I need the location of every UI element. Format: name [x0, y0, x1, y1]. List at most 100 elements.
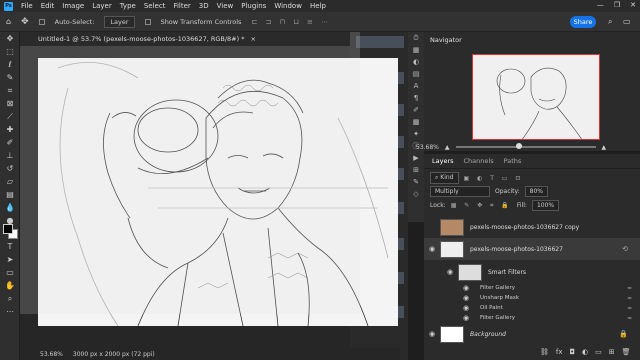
- link-icon[interactable]: ⛓: [540, 348, 549, 356]
- share-button[interactable]: Share: [570, 16, 596, 28]
- document-canvas[interactable]: [38, 58, 398, 326]
- menu-type[interactable]: Type: [120, 2, 136, 10]
- zoom-tool-icon[interactable]: ⌕: [0, 292, 20, 305]
- path-select-tool-icon[interactable]: ➤: [0, 253, 20, 266]
- menu-view[interactable]: View: [217, 2, 234, 10]
- eye-icon[interactable]: ◉: [458, 304, 474, 312]
- marquee-tool-icon[interactable]: ⬚: [0, 45, 20, 58]
- crop-tool-icon[interactable]: ⌗: [0, 84, 20, 97]
- character-panel-icon[interactable]: A: [408, 80, 424, 92]
- eyedropper-tool-icon[interactable]: ⟋: [0, 110, 20, 123]
- close-tab-icon[interactable]: ×: [250, 35, 255, 43]
- menu-file[interactable]: File: [21, 2, 33, 10]
- layer-row[interactable]: ◉ Background 🔒: [424, 324, 640, 344]
- filter-settings-icon[interactable]: ≂: [627, 315, 632, 322]
- menu-filter[interactable]: Filter: [173, 2, 190, 10]
- more-tools-icon[interactable]: ⋯: [0, 305, 20, 318]
- navigator-zoom-slider[interactable]: [455, 143, 596, 149]
- tab-paths[interactable]: Paths: [504, 157, 522, 165]
- styles-panel-icon[interactable]: ✦: [408, 128, 424, 140]
- history-brush-tool-icon[interactable]: ↺: [0, 162, 20, 175]
- mask-icon[interactable]: ◘: [570, 348, 576, 356]
- smart-filters-row[interactable]: ◉ Smart Filters: [424, 262, 640, 282]
- paragraph-panel-icon[interactable]: ¶: [408, 92, 424, 104]
- eraser-tool-icon[interactable]: ▱: [0, 175, 20, 188]
- adjustment-icon[interactable]: ◐: [582, 348, 588, 356]
- layer-row[interactable]: ◉ pexels-moose-photos-1036627 ⟲: [424, 238, 640, 260]
- layer-dropdown[interactable]: Layer: [104, 15, 135, 28]
- group-icon[interactable]: ▭: [595, 348, 602, 356]
- zoom-in-icon[interactable]: ▲: [602, 144, 607, 151]
- move-icon[interactable]: ✥: [21, 17, 29, 27]
- lock-icon[interactable]: 🔒: [619, 330, 628, 338]
- menu-layer[interactable]: Layer: [92, 2, 112, 10]
- menu-window[interactable]: Window: [274, 2, 302, 10]
- navigator-title[interactable]: Navigator: [424, 32, 640, 48]
- maximize-button[interactable]: ❐: [614, 1, 620, 9]
- opacity-input[interactable]: 80%: [524, 186, 549, 197]
- move-tool-icon[interactable]: ✥: [0, 32, 20, 45]
- filter-row[interactable]: ◉ Filter Gallery ≂: [458, 284, 638, 292]
- search-icon[interactable]: ⌕: [608, 17, 612, 27]
- paths-panel-icon[interactable]: ✎: [408, 176, 424, 188]
- filter-settings-icon[interactable]: ≂: [627, 305, 632, 312]
- eye-icon[interactable]: ◉: [458, 294, 474, 302]
- eye-icon[interactable]: ◉: [442, 268, 458, 276]
- 3d-panel-icon[interactable]: ◇: [408, 188, 424, 200]
- workspace-icon[interactable]: ▭: [623, 17, 631, 26]
- status-zoom[interactable]: 53.68%: [40, 351, 63, 358]
- menu-image[interactable]: Image: [62, 2, 84, 10]
- fill-input[interactable]: 100%: [531, 200, 560, 211]
- actions-panel-icon[interactable]: ▶: [408, 152, 424, 164]
- brush-tool-icon[interactable]: ✐: [0, 136, 20, 149]
- menu-select[interactable]: Select: [144, 2, 166, 10]
- libraries-panel-icon[interactable]: ▤: [408, 68, 424, 80]
- filter-type-icons[interactable]: ▣ ◐ T ▭ ⊡: [464, 175, 524, 182]
- quick-select-tool-icon[interactable]: ✎: [0, 71, 20, 84]
- show-transform-checkbox[interactable]: [144, 18, 151, 25]
- blur-tool-icon[interactable]: 💧: [0, 201, 20, 214]
- menu-3d[interactable]: 3D: [199, 2, 209, 10]
- adjustments-panel-icon[interactable]: ◐: [408, 56, 424, 68]
- auto-select-checkbox[interactable]: [38, 18, 45, 25]
- eye-icon[interactable]: ◉: [424, 245, 440, 253]
- type-tool-icon[interactable]: T: [0, 240, 20, 253]
- smart-object-link-icon[interactable]: ⟲: [622, 245, 628, 253]
- navigator-zoom-value[interactable]: 53.68%: [416, 144, 439, 151]
- filter-row[interactable]: ◉ Unsharp Mask ≂: [458, 294, 638, 302]
- layer-row[interactable]: pexels-moose-photos-1036627 copy: [424, 216, 640, 238]
- filter-settings-icon[interactable]: ≂: [627, 295, 632, 302]
- stamp-tool-icon[interactable]: ⊥: [0, 149, 20, 162]
- smart-filter-mask-thumbnail[interactable]: [458, 263, 482, 281]
- fx-icon[interactable]: fx: [556, 348, 563, 356]
- eye-icon[interactable]: ◉: [424, 330, 440, 338]
- tab-channels[interactable]: Channels: [464, 157, 494, 165]
- history-panel-icon[interactable]: ⏱: [408, 32, 424, 44]
- brush-panel-icon[interactable]: ✐: [408, 104, 424, 116]
- align-icons[interactable]: ⊏ ⊐ ⊓ ⊔ ≡ ⋯: [251, 18, 331, 26]
- new-layer-icon[interactable]: ⊞: [609, 348, 615, 356]
- shape-tool-icon[interactable]: ▭: [0, 266, 20, 279]
- foreground-color-swatch[interactable]: [3, 224, 13, 234]
- zoom-out-icon[interactable]: ▲: [445, 144, 450, 151]
- filter-row[interactable]: ◉ Filter Gallery ≂: [458, 314, 638, 322]
- trash-icon[interactable]: 🗑: [622, 348, 631, 356]
- eye-icon[interactable]: ◉: [458, 314, 474, 322]
- menu-help[interactable]: Help: [310, 2, 326, 10]
- properties-panel-icon[interactable]: ▦: [408, 44, 424, 56]
- menu-plugins[interactable]: Plugins: [241, 2, 266, 10]
- zoom-slider-knob[interactable]: [515, 143, 522, 149]
- glyph-panel-icon[interactable]: ⊞: [408, 164, 424, 176]
- lasso-tool-icon[interactable]: ℓ: [0, 58, 20, 71]
- healing-tool-icon[interactable]: ✚: [0, 123, 20, 136]
- kind-filter-dropdown[interactable]: ⌕ Kind: [430, 172, 459, 184]
- eye-icon[interactable]: ◉: [458, 284, 474, 292]
- blend-mode-dropdown[interactable]: Multiply: [430, 186, 490, 197]
- filter-row[interactable]: ◉ Oil Paint ≂: [458, 304, 638, 312]
- swatches-panel-icon[interactable]: ▩: [408, 116, 424, 128]
- filter-settings-icon[interactable]: ≂: [627, 285, 632, 292]
- menu-edit[interactable]: Edit: [41, 2, 55, 10]
- document-tab[interactable]: Untitled-1 @ 53.7% (pexels-moose-photos-…: [20, 32, 350, 46]
- tab-layers[interactable]: Layers: [432, 157, 454, 165]
- minimize-button[interactable]: —: [597, 1, 604, 9]
